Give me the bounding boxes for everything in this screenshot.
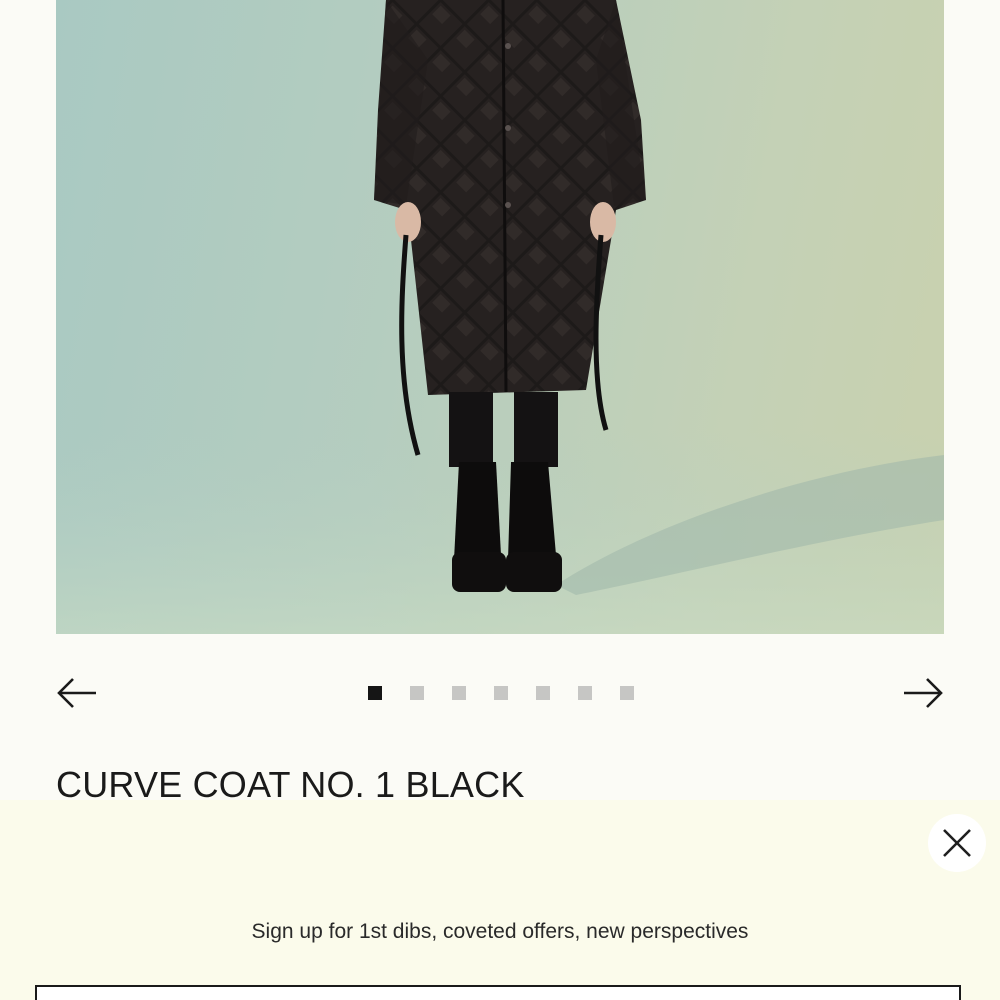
signup-message: Sign up for 1st dibs, coveted offers, ne… — [251, 920, 749, 943]
carousel-dot[interactable] — [410, 686, 424, 700]
carousel-dot[interactable] — [620, 686, 634, 700]
arrow-right-icon — [904, 678, 943, 708]
product-page: CURVE COAT NO. 1 BLACK Sign up for 1st d… — [0, 0, 1000, 1000]
email-input[interactable] — [35, 985, 961, 1000]
product-image[interactable] — [56, 0, 944, 634]
signup-sheet — [0, 800, 1000, 1000]
previous-image-button[interactable] — [56, 672, 100, 714]
carousel-dot[interactable] — [368, 686, 382, 700]
carousel-controls — [56, 672, 944, 714]
product-photo-illustration — [56, 0, 944, 634]
arrow-left-icon — [57, 678, 96, 708]
close-icon — [943, 829, 971, 857]
carousel-dot[interactable] — [494, 686, 508, 700]
carousel-dot[interactable] — [452, 686, 466, 700]
carousel-dot[interactable] — [536, 686, 550, 700]
close-signup-button[interactable] — [928, 814, 986, 872]
carousel-dot[interactable] — [578, 686, 592, 700]
carousel-dots — [368, 686, 634, 700]
next-image-button[interactable] — [900, 672, 944, 714]
